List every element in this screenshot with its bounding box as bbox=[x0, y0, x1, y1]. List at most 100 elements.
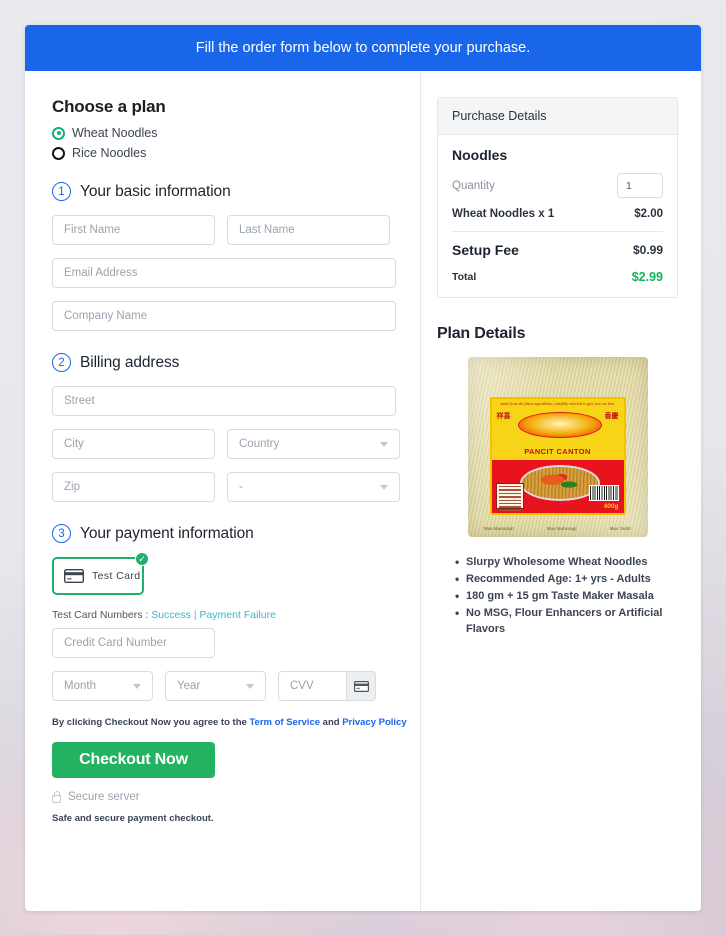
link-separator: | bbox=[193, 609, 197, 621]
email-row: Email Address bbox=[52, 258, 420, 288]
list-item: Slurpy Wholesome Wheat Noodles bbox=[455, 554, 678, 571]
street-row: Street bbox=[52, 386, 420, 416]
zip-state-row: Zip - bbox=[52, 472, 420, 502]
company-name-input[interactable]: Company Name bbox=[52, 301, 396, 331]
quantity-label: Quantity bbox=[452, 179, 495, 192]
line-item-label: Wheat Noodles x 1 bbox=[452, 208, 555, 220]
payment-method-test-card[interactable]: Test Card ✓ bbox=[52, 552, 149, 595]
package-cjk-left: 祥喜 bbox=[496, 413, 511, 420]
cvv-help-button[interactable] bbox=[346, 671, 376, 701]
expiry-year-select[interactable]: Year bbox=[165, 671, 266, 701]
package-tagline: made from the finest ingredients, carefu… bbox=[500, 401, 615, 406]
package-claim: Mas Masarap! bbox=[484, 526, 514, 531]
last-name-input[interactable]: Last Name bbox=[227, 215, 390, 245]
test-card-success-link[interactable]: Success bbox=[151, 609, 191, 621]
expiry-cvv-row: Month Year CVV bbox=[52, 671, 420, 701]
step-title: Your payment information bbox=[80, 524, 254, 542]
city-country-row: City Country bbox=[52, 429, 420, 459]
list-item: Recommended Age: 1+ yrs - Adults bbox=[455, 571, 678, 588]
line-item-price: $2.00 bbox=[634, 208, 663, 220]
step-number-badge: 1 bbox=[52, 182, 71, 201]
agreement-prefix: By clicking Checkout Now you agree to th… bbox=[52, 717, 247, 728]
page-banner: Fill the order form below to complete yo… bbox=[25, 25, 701, 71]
total-price: $2.99 bbox=[631, 270, 663, 284]
expiry-month-value: Month bbox=[64, 680, 96, 692]
plan-option-wheat-noodles[interactable]: Wheat Noodles bbox=[52, 126, 420, 140]
chevron-down-icon bbox=[133, 683, 141, 689]
product-title: Noodles bbox=[452, 147, 508, 163]
setup-fee-label: Setup Fee bbox=[452, 242, 519, 258]
plan-option-label: Wheat Noodles bbox=[72, 126, 158, 140]
street-input[interactable]: Street bbox=[52, 386, 396, 416]
total-label: Total bbox=[452, 271, 477, 283]
setup-fee-row: Setup Fee $0.99 bbox=[452, 232, 663, 270]
package-claim: Mas Malusog! bbox=[546, 526, 577, 531]
choose-plan-heading: Choose a plan bbox=[52, 97, 166, 116]
chevron-down-icon bbox=[380, 441, 388, 447]
test-card-numbers-note: Test Card Numbers : Success | Payment Fa… bbox=[52, 609, 420, 621]
checkout-page: Fill the order form below to complete yo… bbox=[0, 0, 726, 935]
card-number-row: Credit Card Number bbox=[52, 628, 420, 658]
test-card-failure-link[interactable]: Payment Failure bbox=[199, 609, 275, 621]
cvv-input[interactable]: CVV bbox=[278, 671, 346, 701]
package-cjk-right: 香慶 bbox=[604, 413, 619, 420]
package-food-photo bbox=[519, 465, 600, 501]
package-label: made from the finest ingredients, carefu… bbox=[489, 397, 626, 515]
package-weight: 400g bbox=[603, 503, 619, 510]
step-payment-information: 3 Your payment information bbox=[52, 524, 420, 543]
step-number-badge: 3 bbox=[52, 524, 71, 543]
card-columns: Choose a plan Wheat Noodles Rice Noodles… bbox=[25, 71, 701, 911]
list-item: No MSG, Flour Enhancers or Artificial Fl… bbox=[455, 605, 678, 638]
city-input[interactable]: City bbox=[52, 429, 215, 459]
step-basic-information: 1 Your basic information bbox=[52, 182, 420, 201]
secure-server-label: Secure server bbox=[68, 791, 140, 803]
expiry-year-value: Year bbox=[177, 680, 201, 692]
cvv-group: CVV bbox=[278, 671, 376, 701]
package-label-top: made from the finest ingredients, carefu… bbox=[491, 399, 624, 461]
agreement-text: By clicking Checkout Now you agree to th… bbox=[52, 717, 420, 728]
step-billing-address: 2 Billing address bbox=[52, 353, 420, 372]
package-footer-claims: Mas Masarap! Mas Malusog! Mas Sulit! bbox=[468, 526, 648, 531]
plan-option-rice-noodles[interactable]: Rice Noodles bbox=[52, 146, 420, 160]
lock-icon bbox=[52, 790, 61, 803]
step-number-badge: 2 bbox=[52, 353, 71, 372]
package-brand-sub: PANCIT CANTON bbox=[524, 447, 591, 456]
state-select[interactable]: - bbox=[227, 472, 400, 502]
country-select[interactable]: Country bbox=[227, 429, 400, 459]
purchase-details-panel: Purchase Details Noodles Quantity 1 Whea… bbox=[437, 97, 678, 298]
radio-selected-icon[interactable] bbox=[52, 126, 65, 140]
zip-input[interactable]: Zip bbox=[52, 472, 215, 502]
setup-fee-price: $0.99 bbox=[632, 243, 663, 257]
privacy-policy-link[interactable]: Privacy Policy bbox=[342, 717, 406, 728]
plan-details-heading: Plan Details bbox=[437, 325, 526, 342]
quantity-row: Quantity 1 bbox=[452, 173, 663, 198]
purchase-details-header: Purchase Details bbox=[438, 98, 677, 135]
credit-card-icon bbox=[64, 569, 84, 583]
checkout-card: Fill the order form below to complete yo… bbox=[25, 25, 701, 911]
credit-card-number-input[interactable]: Credit Card Number bbox=[52, 628, 215, 658]
terms-of-service-link[interactable]: Term of Service bbox=[249, 717, 320, 728]
email-input[interactable]: Email Address bbox=[52, 258, 396, 288]
check-circle-icon: ✓ bbox=[135, 552, 149, 566]
nutrition-facts-box bbox=[495, 483, 524, 512]
purchase-details-body: Noodles Quantity 1 Wheat Noodles x 1 $2.… bbox=[438, 135, 677, 297]
safe-checkout-note: Safe and secure payment checkout. bbox=[52, 813, 214, 824]
name-row: First Name Last Name bbox=[52, 215, 420, 245]
chevron-down-icon bbox=[380, 484, 388, 490]
line-item-row: Wheat Noodles x 1 $2.00 bbox=[452, 208, 663, 231]
brand-logo bbox=[517, 412, 602, 438]
company-row: Company Name bbox=[52, 301, 420, 331]
barcode-icon bbox=[588, 485, 619, 501]
banner-text: Fill the order form below to complete yo… bbox=[195, 40, 531, 56]
first-name-input[interactable]: First Name bbox=[52, 215, 215, 245]
state-select-value: - bbox=[239, 481, 243, 493]
expiry-month-select[interactable]: Month bbox=[52, 671, 153, 701]
step-title: Billing address bbox=[80, 353, 180, 371]
country-select-value: Country bbox=[239, 438, 280, 450]
radio-unselected-icon[interactable] bbox=[52, 146, 65, 160]
checkout-button[interactable]: Checkout Now bbox=[52, 742, 215, 778]
plan-option-label: Rice Noodles bbox=[72, 146, 147, 160]
quantity-input[interactable]: 1 bbox=[617, 173, 663, 198]
list-item: 180 gm + 15 gm Taste Maker Masala bbox=[455, 588, 678, 605]
form-column: Choose a plan Wheat Noodles Rice Noodles… bbox=[25, 71, 421, 911]
